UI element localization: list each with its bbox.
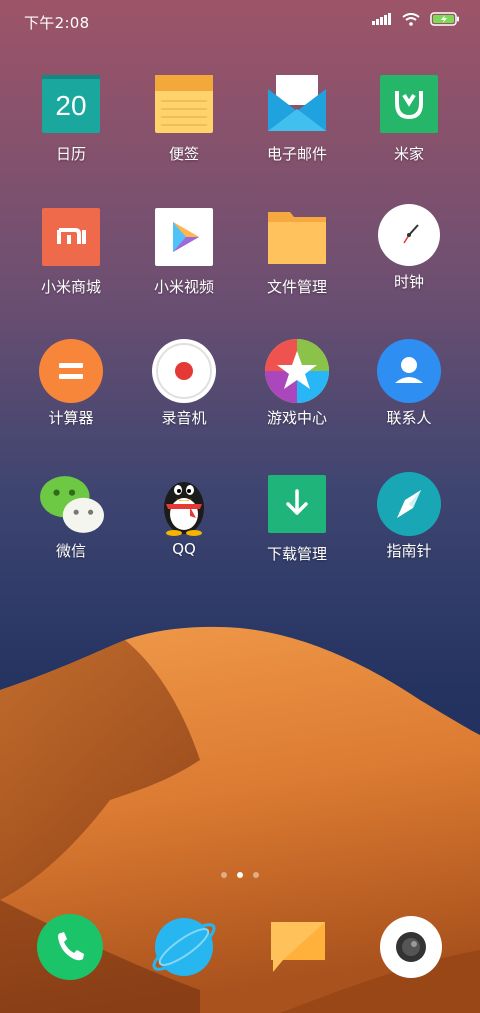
wifi-icon (402, 12, 420, 26)
dock-browser[interactable] (151, 914, 217, 980)
calendar-date: 20 (55, 90, 86, 121)
app-label: 指南针 (386, 542, 432, 560)
app-label: 游戏中心 (266, 409, 327, 427)
app-label: 日历 (55, 145, 86, 163)
page-dot[interactable] (221, 872, 227, 878)
wechat-icon (40, 476, 104, 533)
signal-icon (372, 13, 391, 25)
messages-icon (271, 922, 325, 972)
app-label: 录音机 (161, 409, 207, 427)
app-label: 联系人 (386, 409, 432, 427)
notes-icon (155, 75, 213, 133)
page-dot-active[interactable] (237, 872, 243, 878)
qq-icon (164, 482, 204, 536)
page-indicator (0, 872, 480, 878)
status-icons (372, 12, 460, 26)
mi-video-icon (155, 208, 213, 266)
contacts-icon (377, 339, 441, 403)
app-label: QQ (172, 540, 196, 558)
game-center-icon (265, 339, 329, 403)
dock-phone[interactable] (37, 914, 103, 980)
page-dot[interactable] (253, 872, 259, 878)
status-bar: 下午2:08 (0, 0, 480, 44)
app-label: 时钟 (393, 273, 424, 291)
app-label: 下载管理 (266, 545, 327, 563)
folder-icon (268, 212, 326, 264)
app-label: 微信 (55, 542, 86, 560)
mi-store-icon (42, 208, 100, 266)
browser-icon (152, 918, 216, 976)
camera-icon (380, 916, 442, 978)
app-label: 计算器 (48, 409, 94, 427)
mijia-icon (380, 75, 438, 133)
email-icon (268, 75, 326, 131)
status-time: 下午2:08 (24, 14, 90, 32)
app-label: 米家 (393, 145, 424, 163)
app-label: 文件管理 (266, 278, 327, 296)
calendar-icon: 20 (42, 75, 100, 133)
app-label: 电子邮件 (266, 145, 327, 163)
app-label: 便签 (168, 145, 199, 163)
app-label: 小米视频 (153, 278, 214, 296)
compass-icon (377, 472, 441, 536)
recorder-icon (152, 339, 216, 403)
clock-icon (378, 204, 440, 266)
battery-icon (430, 12, 459, 26)
dock-camera[interactable] (378, 914, 444, 980)
phone-icon (37, 914, 103, 980)
dock-messages[interactable] (265, 914, 331, 980)
calculator-icon (39, 339, 103, 403)
app-label: 小米商城 (40, 278, 101, 296)
download-icon (268, 475, 326, 533)
